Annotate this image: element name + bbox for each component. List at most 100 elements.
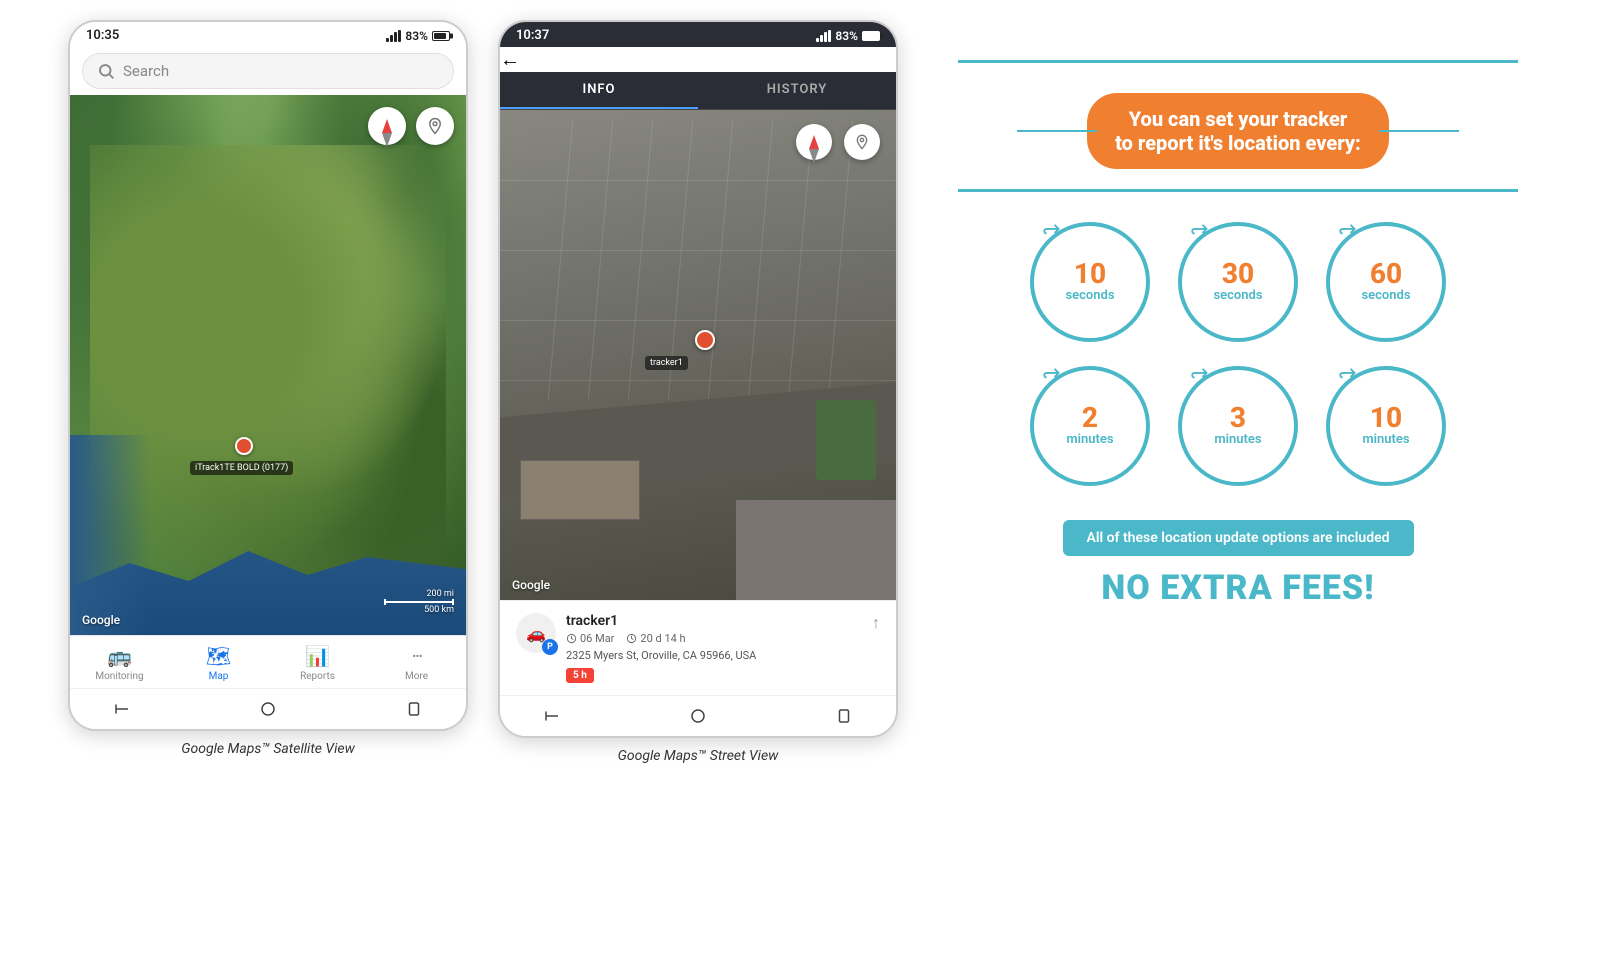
more-icon: ···: [412, 644, 422, 668]
info-header-banner: You can set your tracker to report it's …: [1087, 93, 1389, 169]
tracker-date-item: 06 Mar: [566, 632, 614, 645]
bottom-teal-line: [958, 189, 1518, 192]
phone2-home-circle-icon: [689, 707, 707, 725]
phone2-signal-icon: [816, 30, 831, 42]
home-circle-icon: [259, 700, 277, 718]
phone2-home-gesture[interactable]: [686, 704, 710, 728]
included-banner: All of these location update options are…: [1063, 520, 1414, 556]
circle-10s: ↩ 10 seconds: [1030, 222, 1150, 342]
home-gesture-button[interactable]: [256, 697, 280, 721]
circles-row-1: ↩ 10 seconds ↩ 30 seconds ↩ 60 seconds: [1030, 222, 1446, 342]
circle-3m-unit: minutes: [1214, 432, 1261, 448]
signal-icon: [386, 30, 401, 42]
phone2-caption: Google Maps™ Street View: [618, 748, 779, 764]
timer-icon: [626, 633, 637, 644]
tab-history[interactable]: HISTORY: [698, 72, 896, 109]
location-button2[interactable]: [844, 124, 880, 160]
circle-10s-unit: seconds: [1065, 288, 1114, 304]
car-marker2: [695, 330, 715, 350]
recents-gesture-button[interactable]: [402, 697, 426, 721]
expand-button[interactable]: ↑: [872, 613, 880, 633]
phone2-battery-pct: 83%: [835, 29, 858, 43]
tracker-info-card: 🚗 P tracker1 06 Mar 20 d 14 h: [500, 600, 896, 695]
circle-60s-number: 60: [1370, 260, 1402, 288]
top-teal-line: [958, 60, 1518, 63]
green-area: [816, 400, 876, 480]
building2: [736, 500, 896, 600]
compass-needle-icon: [382, 119, 392, 133]
circle-10m: ↩ 10 minutes: [1326, 366, 1446, 486]
nav-monitoring[interactable]: 🚌 Monitoring: [70, 636, 169, 688]
search-bar[interactable]: Search: [82, 53, 454, 89]
tracker-meta: 06 Mar 20 d 14 h: [566, 632, 862, 645]
bottom-nav: 🚌 Monitoring 🗺 Map 📊 Reports ··· More: [70, 635, 466, 688]
map-icon: 🗺: [206, 644, 231, 668]
monitoring-icon: 🚌: [107, 644, 132, 668]
clock-icon: [566, 633, 577, 644]
circle-30s-number: 30: [1222, 260, 1254, 288]
phone2-status-bar: 10:37 83%: [500, 22, 896, 47]
circle-60s-unit: seconds: [1361, 288, 1410, 304]
phone1-searchbar-container[interactable]: Search: [70, 47, 466, 95]
circle-10m-number: 10: [1370, 404, 1402, 432]
tracker-info-header: 🚗 P tracker1 06 Mar 20 d 14 h: [516, 613, 880, 683]
compass-button2[interactable]: [796, 124, 832, 160]
reports-icon: 📊: [305, 644, 330, 668]
compass-button[interactable]: [368, 107, 406, 145]
phone1-wrapper: 10:35 83% Search: [68, 20, 468, 757]
phone1-caption: Google Maps™ Satellite View: [181, 741, 355, 757]
more-options-button[interactable]: ⋮: [595, 47, 615, 71]
nav-more-label: More: [405, 671, 428, 682]
no-fees-text: NO EXTRA FEES!: [1101, 568, 1374, 608]
phone2-back-gesture[interactable]: [540, 704, 564, 728]
circle-60s: ↩ 60 seconds: [1326, 222, 1446, 342]
car-marker: [235, 437, 253, 455]
search-icon: [97, 62, 115, 80]
location-icon: [426, 117, 444, 135]
phone1-status-right: 83%: [386, 29, 450, 43]
back-gesture-button[interactable]: [110, 697, 134, 721]
tracker-avatar: 🚗 P: [516, 613, 556, 653]
nav-reports-label: Reports: [300, 671, 335, 682]
phone1-battery-pct: 83%: [405, 29, 428, 43]
tracker-duration: 20 d 14 h: [640, 632, 685, 645]
tracker-duration-item: 20 d 14 h: [626, 632, 685, 645]
circles-row-2: ↩ 2 minutes ↩ 3 minutes ↩ 10 minutes: [1030, 366, 1446, 486]
phone1-status-bar: 10:35 83%: [70, 22, 466, 47]
phone2-system-bar: [500, 695, 896, 736]
nav-map-label: Map: [209, 671, 229, 682]
phone2-back-icon: [543, 707, 561, 725]
phone2-mockup: 10:37 83% ← tracker1 ⋮: [498, 20, 898, 738]
circle-10m-unit: minutes: [1362, 432, 1409, 448]
circle-2m-number: 2: [1082, 404, 1098, 432]
nav-more[interactable]: ··· More: [367, 636, 466, 688]
phone2-recents-gesture[interactable]: [832, 704, 856, 728]
google-logo2: Google: [512, 578, 550, 592]
compass-needle2-icon: [809, 135, 819, 149]
phone1-system-bar: [70, 688, 466, 729]
phone2-title: tracker1: [524, 50, 591, 71]
nav-map[interactable]: 🗺 Map: [169, 636, 268, 688]
back-button[interactable]: ←: [500, 47, 520, 71]
circle-2m: ↩ 2 minutes: [1030, 366, 1150, 486]
phone2-status-right: 83%: [816, 29, 880, 43]
search-input[interactable]: Search: [123, 62, 169, 80]
google-logo: Google: [82, 613, 120, 627]
circle-3m-number: 3: [1230, 404, 1246, 432]
tabs-bar: INFO HISTORY: [500, 72, 896, 110]
back-gesture-icon: [113, 700, 131, 718]
circle-10s-number: 10: [1074, 260, 1106, 288]
phone2-wrapper: 10:37 83% ← tracker1 ⋮: [498, 20, 898, 764]
scale-bar: 200 mi 500 km: [384, 589, 454, 615]
location-button[interactable]: [416, 107, 454, 145]
tracker-info-body: tracker1 06 Mar 20 d 14 h 2325 Myers St,…: [566, 613, 862, 683]
tracker-date: 06 Mar: [580, 632, 614, 645]
nav-reports[interactable]: 📊 Reports: [268, 636, 367, 688]
tab-info[interactable]: INFO: [500, 72, 698, 109]
phone2-battery-icon: [862, 31, 880, 41]
banner-line2: to report it's location every:: [1115, 131, 1361, 155]
battery-icon: [432, 31, 450, 41]
phone2-recents-icon: [835, 707, 853, 725]
phone1-time: 10:35: [86, 28, 119, 43]
scale-text-mi: 200 mi: [427, 589, 455, 599]
